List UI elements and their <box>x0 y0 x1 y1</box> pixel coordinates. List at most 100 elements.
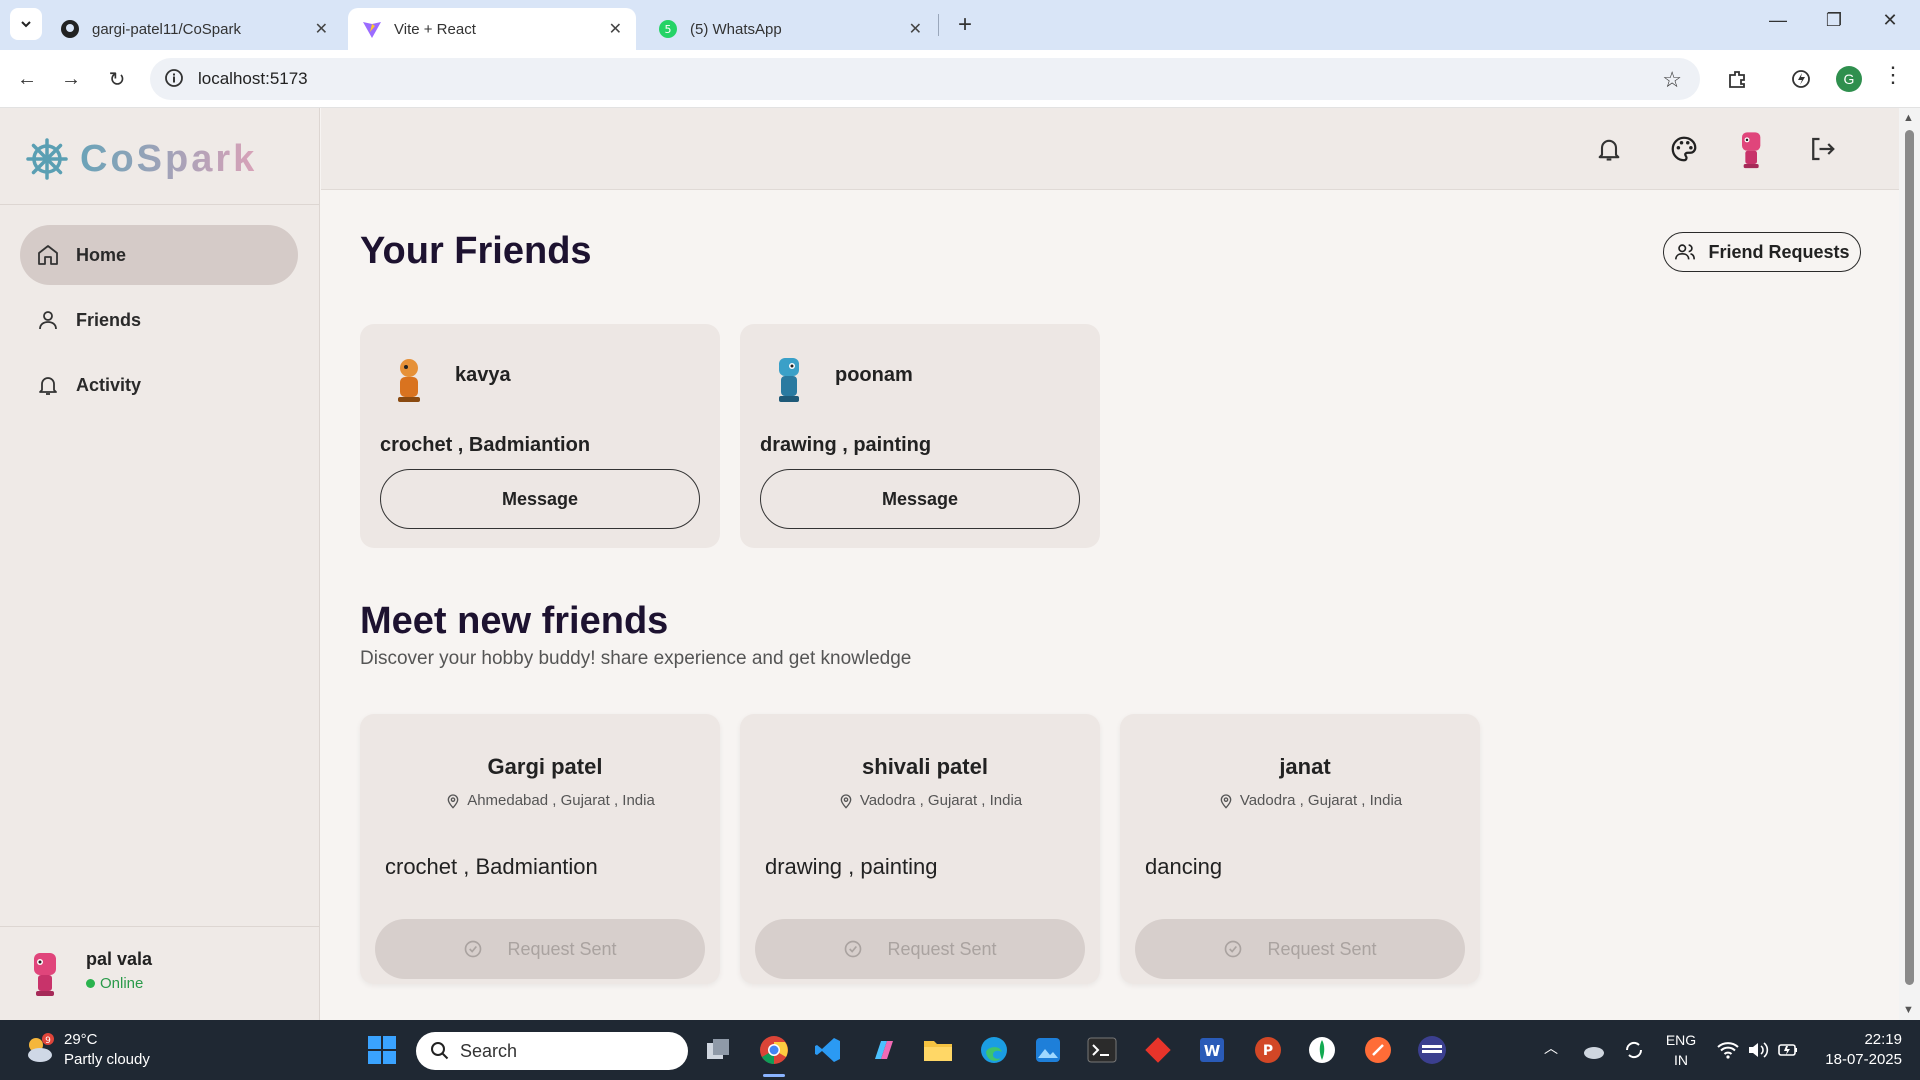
suggestion-name: shivali patel <box>862 754 988 779</box>
chevron-down-icon <box>21 21 31 28</box>
request-sent-button[interactable]: Request Sent <box>1135 919 1465 979</box>
mongodb-compass-icon[interactable] <box>1304 1032 1340 1068</box>
weather-widget[interactable]: 9 29°C Partly cloudy <box>22 1030 150 1070</box>
bell-icon <box>39 377 57 395</box>
powerpoint-icon[interactable]: P <box>1250 1032 1286 1068</box>
url-input[interactable]: localhost:5173 ☆ <box>150 58 1700 100</box>
tab-label: (5) WhatsApp <box>690 20 782 38</box>
vscode-icon[interactable] <box>810 1032 846 1068</box>
battery-icon[interactable] <box>1770 1032 1806 1068</box>
current-user-panel: pal vala Online <box>0 926 320 1020</box>
close-icon[interactable]: ✕ <box>909 19 922 39</box>
online-dot-icon <box>86 979 95 988</box>
users-icon <box>1675 244 1696 260</box>
language-code: ENG <box>1665 1032 1697 1048</box>
close-icon[interactable]: ✕ <box>609 19 622 39</box>
app-header <box>321 108 1899 190</box>
ship-wheel-icon <box>26 138 68 180</box>
scroll-up-icon[interactable]: ▲ <box>1903 112 1914 124</box>
tab-vite-react[interactable]: Vite + React ✕ <box>348 8 636 50</box>
suggestion-card: janat Vadodra , Gujarat , India dancing … <box>1120 714 1480 984</box>
suggestion-hobbies: drawing , painting <box>765 854 938 879</box>
brand-logo[interactable]: CoSpark <box>26 134 257 184</box>
chrome-icon[interactable] <box>756 1032 792 1068</box>
brand-name: CoSpark <box>80 137 258 180</box>
app-icon[interactable] <box>1414 1032 1450 1068</box>
svg-text:W: W <box>1204 1042 1221 1060</box>
page-title: Your Friends <box>360 230 592 272</box>
sync-icon[interactable] <box>1616 1032 1652 1068</box>
url-text: localhost:5173 <box>198 69 308 88</box>
tab-label: gargi-patel11/CoSpark <box>92 20 241 38</box>
logout-icon[interactable] <box>1801 128 1843 170</box>
clock-date: 18-07-2025 <box>1825 1051 1902 1068</box>
taskbar-search-input[interactable]: Search <box>416 1032 688 1070</box>
minimize-icon[interactable]: — <box>1758 10 1798 31</box>
search-icon <box>431 1042 449 1060</box>
back-icon[interactable]: ← <box>12 64 42 94</box>
vite-icon <box>362 19 382 39</box>
windows-start-icon[interactable] <box>364 1032 400 1068</box>
message-button[interactable]: Message <box>380 469 700 529</box>
copilot-icon[interactable] <box>866 1032 902 1068</box>
message-button[interactable]: Message <box>760 469 1080 529</box>
tab-label: Vite + React <box>394 20 476 38</box>
request-sent-button[interactable]: Request Sent <box>755 919 1085 979</box>
profile-avatar-button[interactable] <box>1731 128 1773 170</box>
forward-icon[interactable]: → <box>56 64 86 94</box>
sidebar-item-friends[interactable]: Friends <box>20 290 298 350</box>
git-app-icon[interactable] <box>1140 1032 1176 1068</box>
suggestion-location: Vadodra , Gujarat , India <box>1120 792 1480 809</box>
map-pin-icon <box>840 793 852 809</box>
terminal-icon[interactable] <box>1084 1032 1120 1068</box>
file-explorer-icon[interactable] <box>920 1032 956 1068</box>
map-pin-icon <box>1220 793 1232 809</box>
onedrive-icon[interactable] <box>1576 1032 1612 1068</box>
tab-github[interactable]: gargi-patel11/CoSpark ✕ <box>46 8 342 50</box>
theme-palette-icon[interactable] <box>1663 128 1705 170</box>
sidebar-item-activity[interactable]: Activity <box>20 355 298 415</box>
reload-icon[interactable]: ↻ <box>102 64 132 94</box>
close-window-icon[interactable]: ✕ <box>1870 10 1910 31</box>
scrollbar-thumb[interactable] <box>1905 130 1914 985</box>
request-sent-button[interactable]: Request Sent <box>375 919 705 979</box>
svg-text:P: P <box>1263 1043 1273 1059</box>
extensions-icon[interactable] <box>1722 64 1752 94</box>
tab-search-button[interactable] <box>10 8 42 40</box>
location-text: Vadodra , Gujarat , India <box>859 792 1023 809</box>
scroll-down-icon[interactable]: ▼ <box>1903 1004 1914 1016</box>
profile-avatar[interactable]: G <box>1836 66 1862 92</box>
divider <box>0 204 320 205</box>
postman-icon[interactable] <box>1360 1032 1396 1068</box>
word-icon[interactable]: W <box>1194 1032 1230 1068</box>
bookmark-star-icon[interactable]: ☆ <box>1662 67 1682 93</box>
browser-menu-icon[interactable]: ⋮ <box>1882 62 1904 88</box>
avatar <box>779 358 799 402</box>
tab-whatsapp[interactable]: 5 (5) WhatsApp ✕ <box>644 8 936 50</box>
clock-time: 22:19 <box>1864 1031 1902 1048</box>
section-title: Meet new friends <box>360 600 669 642</box>
new-tab-button[interactable]: + <box>950 10 980 40</box>
language-indicator[interactable]: ENG IN <box>1664 1030 1698 1070</box>
photos-icon[interactable] <box>1030 1032 1066 1068</box>
whatsapp-icon: 5 <box>658 19 678 39</box>
friend-requests-button[interactable]: Friend Requests <box>1663 232 1861 272</box>
location-text: Ahmedabad , Gujarat , India <box>467 792 655 809</box>
close-icon[interactable]: ✕ <box>315 19 328 39</box>
edge-icon[interactable] <box>976 1032 1012 1068</box>
task-view-icon[interactable] <box>700 1032 736 1068</box>
performance-icon[interactable] <box>1786 64 1816 94</box>
active-app-indicator <box>763 1074 785 1077</box>
sidebar-item-home[interactable]: Home <box>20 225 298 285</box>
show-hidden-icons-chevron[interactable]: ︿ <box>1544 1038 1558 1058</box>
site-info-icon[interactable] <box>164 68 184 88</box>
system-clock[interactable]: 22:19 18-07-2025 <box>1816 1030 1902 1070</box>
notifications-bell-icon[interactable] <box>1588 128 1630 170</box>
avatar <box>398 359 420 402</box>
restore-icon[interactable]: ❐ <box>1814 10 1854 31</box>
suggestion-location: Ahmedabad , Gujarat , India <box>360 792 720 809</box>
main-content: Your Friends Friend Requests kavya croch… <box>321 190 1899 1020</box>
online-status: Online <box>86 975 143 992</box>
svg-text:9: 9 <box>45 1036 51 1046</box>
github-icon <box>60 19 80 39</box>
